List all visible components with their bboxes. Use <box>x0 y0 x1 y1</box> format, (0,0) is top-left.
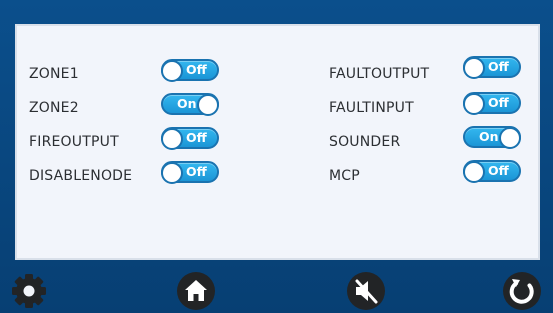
toggle-knob <box>197 94 219 116</box>
toggle-knob <box>463 161 485 183</box>
sounder-label: SOUNDER <box>329 134 401 150</box>
toggle-state: On <box>479 129 499 144</box>
toggle-state: Off <box>186 164 207 179</box>
toggle-knob <box>463 57 485 79</box>
faultinput-label: FAULTINPUT <box>329 100 414 116</box>
home-icon[interactable] <box>176 271 216 311</box>
app-frame: ZONE1 Off ZONE2 On FIREOUTPUT Off DISABL… <box>0 0 553 313</box>
faultoutput-toggle[interactable]: Off <box>463 56 521 79</box>
toggle-knob <box>463 93 485 115</box>
toggle-state: Off <box>186 62 207 77</box>
settings-panel: ZONE1 Off ZONE2 On FIREOUTPUT Off DISABL… <box>15 24 540 260</box>
toggle-knob <box>161 60 183 82</box>
toggle-state: Off <box>488 163 509 178</box>
toggle-state: Off <box>186 130 207 145</box>
toggle-state: Off <box>488 59 509 74</box>
toggle-state: Off <box>488 95 509 110</box>
zone1-toggle[interactable]: Off <box>161 59 219 82</box>
toggle-state: On <box>177 96 197 111</box>
toggle-knob <box>161 128 183 150</box>
zone2-label: ZONE2 <box>29 100 79 116</box>
sounder-toggle[interactable]: On <box>463 126 521 149</box>
faultinput-toggle[interactable]: Off <box>463 92 521 115</box>
disablenode-toggle[interactable]: Off <box>161 161 219 184</box>
mute-icon[interactable] <box>346 271 386 311</box>
gear-icon[interactable] <box>9 271 49 311</box>
faultoutput-label: FAULTOUTPUT <box>329 66 430 82</box>
toggle-knob <box>499 127 521 149</box>
fireoutput-label: FIREOUTPUT <box>29 134 119 150</box>
zone1-label: ZONE1 <box>29 66 79 82</box>
disablenode-label: DISABLENODE <box>29 168 133 184</box>
refresh-icon[interactable] <box>502 271 542 311</box>
toggle-knob <box>161 162 183 184</box>
mcp-label: MCP <box>329 168 360 184</box>
fireoutput-toggle[interactable]: Off <box>161 127 219 150</box>
mcp-toggle[interactable]: Off <box>463 160 521 183</box>
zone2-toggle[interactable]: On <box>161 93 219 116</box>
bottom-nav-bar <box>0 262 553 313</box>
